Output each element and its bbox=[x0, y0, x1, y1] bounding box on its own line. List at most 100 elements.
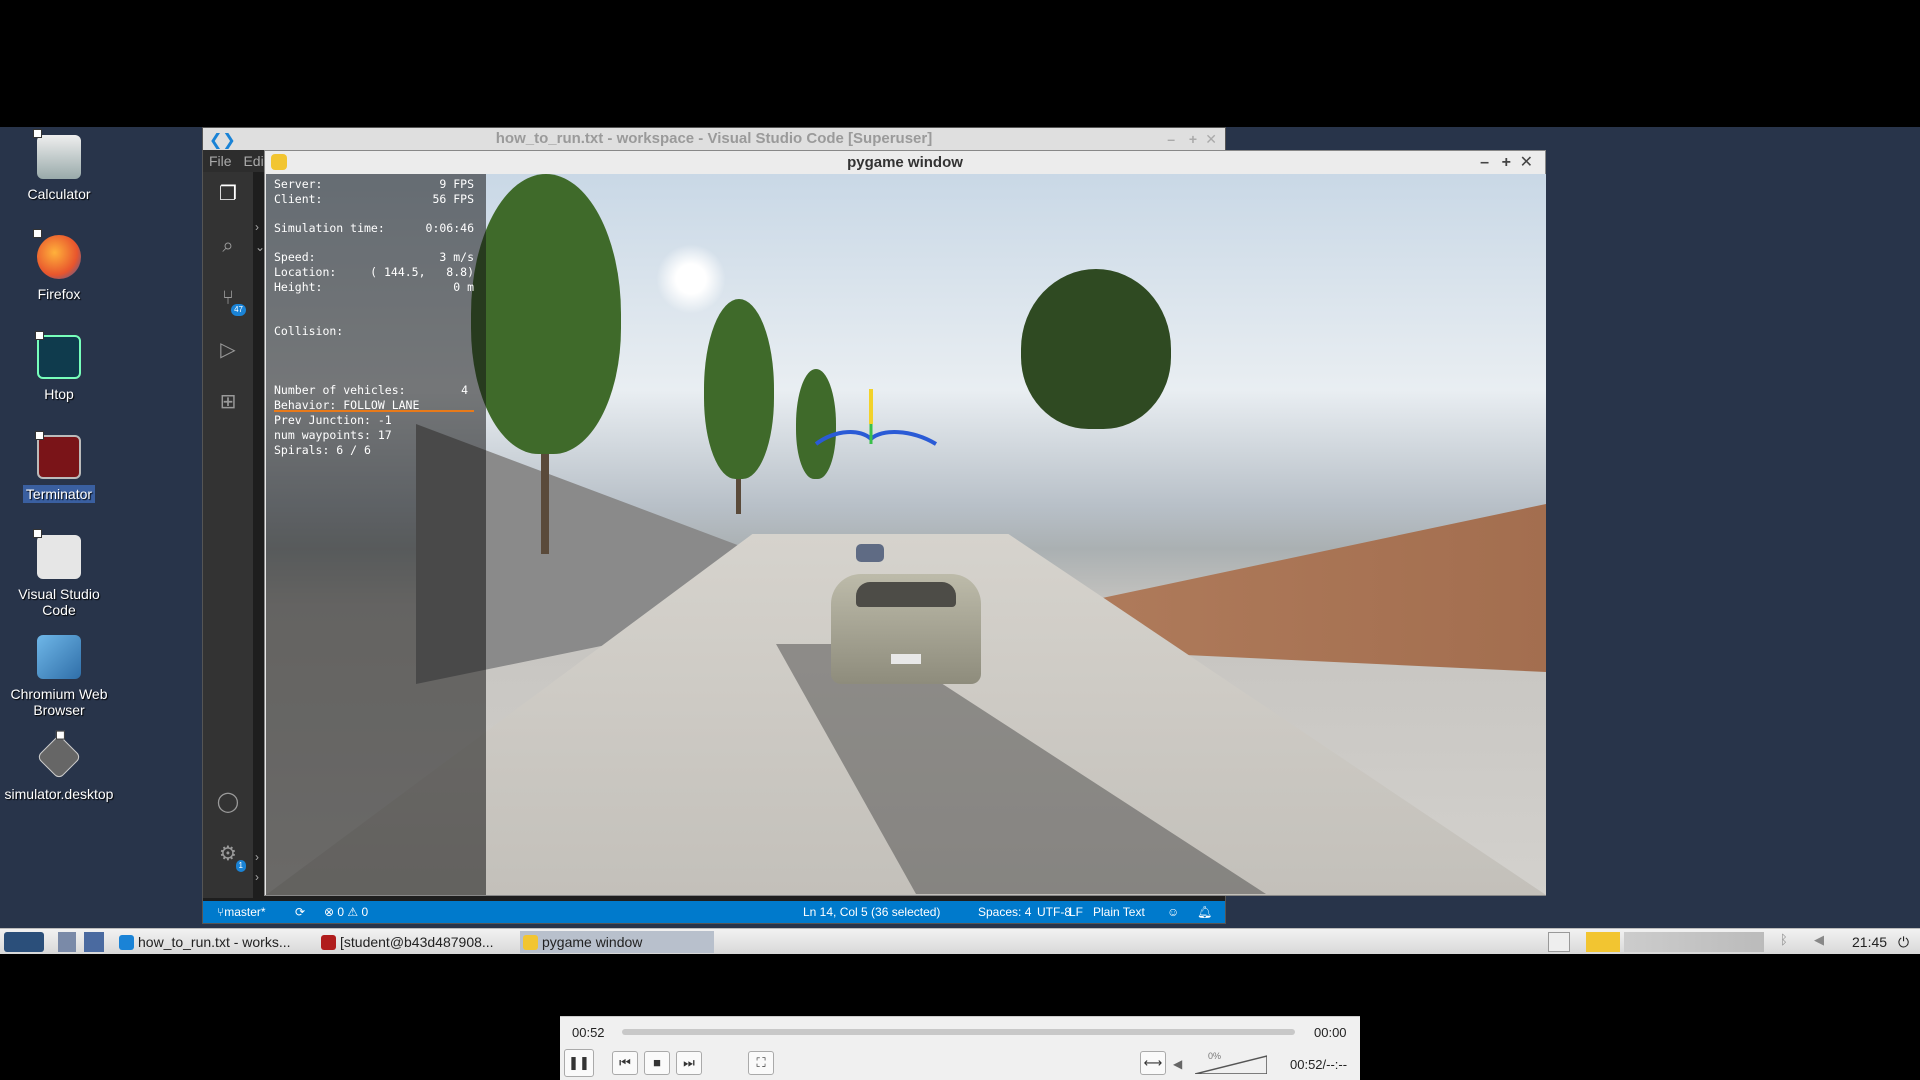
search-icon[interactable]: ⌕ bbox=[216, 234, 240, 258]
aspect-ratio-button[interactable]: ⟷ bbox=[1140, 1051, 1166, 1075]
hud-label: Location: bbox=[274, 265, 337, 279]
chevron-right-icon[interactable]: › bbox=[255, 220, 259, 234]
taskbar-item-vscode[interactable]: how_to_run.txt - works... bbox=[116, 931, 314, 953]
seek-bar[interactable] bbox=[622, 1029, 1295, 1035]
settings-badge: 1 bbox=[235, 860, 246, 872]
chevron-right-icon[interactable]: › bbox=[255, 870, 259, 884]
calculator-icon bbox=[33, 129, 81, 179]
fullscreen-button[interactable]: ⛶ bbox=[748, 1051, 774, 1075]
hud-vehicles: Number of vehicles: 4 bbox=[274, 382, 474, 398]
hud-label: Speed: bbox=[274, 250, 316, 264]
volume-slider[interactable] bbox=[1195, 1054, 1267, 1074]
hud-value: 56 FPS bbox=[432, 192, 474, 206]
sun bbox=[656, 244, 726, 314]
desktop-icon-firefox[interactable]: Firefox bbox=[0, 229, 118, 303]
sync-icon[interactable]: ⟳ bbox=[295, 901, 305, 923]
hud-collision: Collision: bbox=[274, 323, 474, 339]
chevron-right-icon[interactable]: › bbox=[255, 850, 259, 864]
waypoint-spiral-overlay bbox=[814, 389, 938, 446]
htop-icon bbox=[35, 331, 81, 379]
previous-button[interactable]: ⏮ bbox=[612, 1051, 638, 1075]
tree bbox=[471, 174, 621, 454]
eol-indicator[interactable]: LF bbox=[1069, 901, 1083, 923]
simulation-view[interactable]: Server: 9 FPS Client: 56 FPS Simulation ti… bbox=[266, 174, 1546, 895]
minimize-icon[interactable]: – bbox=[1167, 128, 1175, 150]
hud-spirals: Spirals: 6 / 6 bbox=[274, 443, 371, 457]
desktop-icon-label: simulator.desktop bbox=[4, 786, 114, 802]
feedback-icon[interactable]: ☺ bbox=[1167, 901, 1179, 923]
shortcut-arrow-icon bbox=[33, 529, 42, 538]
python-tray-icon[interactable] bbox=[1586, 932, 1620, 952]
hud-junction: Prev Junction: -1 bbox=[274, 413, 392, 427]
volume-icon[interactable]: ◀ bbox=[1814, 932, 1830, 952]
distant-vehicle bbox=[856, 544, 884, 562]
hud-panel: Server: 9 FPS Client: 56 FPS Simulation ti… bbox=[266, 174, 486, 895]
next-button[interactable]: ⏭ bbox=[676, 1051, 702, 1075]
encoding-indicator[interactable]: UTF-8 bbox=[1037, 901, 1071, 923]
taskbar-item-label: [student@b43d487908... bbox=[340, 934, 494, 950]
terminator-icon bbox=[35, 431, 81, 479]
pygame-window-title: pygame window bbox=[847, 154, 963, 171]
account-icon[interactable]: ◯ bbox=[216, 790, 240, 814]
hud-value: 0 m bbox=[453, 280, 474, 294]
ego-vehicle bbox=[831, 574, 981, 684]
volume-level: 0% bbox=[1208, 1051, 1222, 1061]
shortcut-arrow-icon bbox=[55, 730, 65, 740]
desktop-icon-chromium[interactable]: Chromium Web Browser bbox=[0, 635, 118, 719]
bluetooth-icon[interactable]: ᛒ bbox=[1780, 932, 1794, 952]
branch-indicator[interactable]: ⑂ master* bbox=[217, 901, 266, 923]
playback-position: 00:52/--:-- bbox=[1290, 1057, 1348, 1072]
power-icon[interactable]: ⏻ bbox=[1898, 932, 1916, 952]
desktop-icon-simulator[interactable]: simulator.desktop bbox=[0, 730, 118, 803]
vscode-logo-icon bbox=[119, 935, 134, 950]
taskbar-item-label: how_to_run.txt - works... bbox=[138, 934, 291, 950]
close-icon[interactable]: ✕ bbox=[1205, 128, 1217, 150]
volume-speaker-icon[interactable]: ◀ bbox=[1173, 1057, 1182, 1071]
language-indicator[interactable]: Plain Text bbox=[1093, 901, 1145, 923]
branch-name: master* bbox=[224, 905, 266, 919]
license-plate bbox=[891, 654, 921, 664]
stop-button[interactable]: ■ bbox=[644, 1051, 670, 1075]
gear-icon bbox=[33, 529, 81, 579]
explorer-icon[interactable]: ❐ bbox=[216, 182, 240, 206]
menu-file[interactable]: File bbox=[209, 153, 232, 169]
pygame-window[interactable]: pygame window – + ✕ Server: 9 FPS Client:… bbox=[264, 150, 1546, 896]
pygame-titlebar[interactable]: pygame window – + ✕ bbox=[265, 151, 1545, 174]
maximize-icon[interactable]: + bbox=[1502, 151, 1511, 174]
desktop-icon-htop[interactable]: Htop bbox=[0, 331, 118, 403]
hud-value: 3 m/s bbox=[439, 250, 474, 264]
workspace-switcher[interactable] bbox=[1624, 932, 1764, 952]
taskbar-item-pygame[interactable]: pygame window bbox=[520, 931, 714, 953]
extensions-icon[interactable]: ⊞ bbox=[216, 390, 240, 414]
window-icon[interactable] bbox=[1548, 932, 1570, 952]
notifications-bell-icon[interactable]: 🔔︎ bbox=[1197, 901, 1212, 923]
minimize-icon[interactable]: – bbox=[1480, 151, 1489, 174]
maximize-icon[interactable]: + bbox=[1189, 128, 1197, 150]
indentation-indicator[interactable]: Spaces: 4 bbox=[978, 901, 1031, 923]
menu-edit[interactable]: Edi bbox=[243, 153, 263, 169]
desktop-icon-calculator[interactable]: Calculator bbox=[0, 129, 118, 203]
start-menu-icon[interactable] bbox=[4, 932, 44, 952]
elapsed-time: 00:52 bbox=[572, 1025, 605, 1040]
clock[interactable]: 21:45 bbox=[1852, 932, 1896, 952]
taskbar: how_to_run.txt - works... [student@b43d4… bbox=[0, 928, 1920, 954]
hud-value: ( 144.5, 8.8) bbox=[370, 265, 474, 279]
hud-value: 9 FPS bbox=[439, 177, 474, 191]
run-debug-icon[interactable]: ▷ bbox=[216, 338, 240, 362]
settings-gear-icon[interactable]: ⚙ 1 bbox=[216, 842, 246, 872]
cursor-position[interactable]: Ln 14, Col 5 (36 selected) bbox=[803, 901, 940, 923]
source-control-icon[interactable]: ⑂ 47 bbox=[216, 286, 246, 316]
python-icon bbox=[523, 935, 538, 950]
desktop-icon-terminator[interactable]: Terminator bbox=[0, 431, 118, 503]
taskbar-item-terminal[interactable]: [student@b43d487908... bbox=[318, 931, 516, 953]
desktop-icon-vscode[interactable]: Visual Studio Code bbox=[0, 529, 118, 619]
show-desktop-icon[interactable] bbox=[58, 932, 76, 952]
vscode-titlebar[interactable]: ❮❯ how_to_run.txt - workspace - Visual S… bbox=[203, 128, 1225, 150]
problems-indicator[interactable]: ⊗ 0 ⚠ 0 bbox=[324, 901, 368, 923]
hud-client: Client: 56 FPS bbox=[274, 191, 474, 207]
close-icon[interactable]: ✕ bbox=[1520, 151, 1533, 174]
file-manager-icon[interactable] bbox=[84, 932, 104, 952]
terminator-icon bbox=[321, 935, 336, 950]
pause-button[interactable]: ❚❚ bbox=[564, 1049, 594, 1077]
hud-location: Location: ( 144.5, 8.8) bbox=[274, 264, 474, 280]
